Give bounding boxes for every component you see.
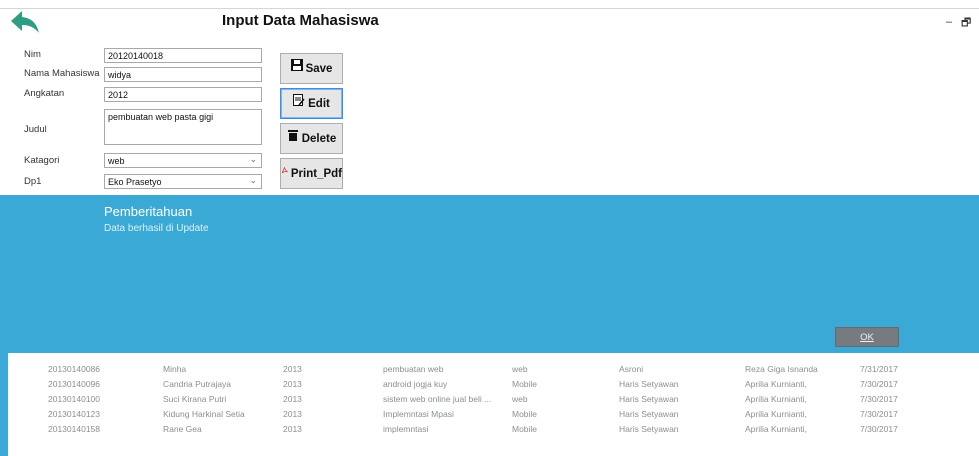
dp2-cell: Reza Giga Isnanda (745, 364, 818, 374)
judul-cell: pembuatan web (383, 364, 444, 374)
chevron-down-icon: ⌄ (249, 175, 257, 185)
restore-button[interactable]: 🗗 (961, 14, 971, 33)
floppy-disk-icon (290, 58, 303, 71)
judul-cell: Implemntasi Mpasi (383, 409, 454, 419)
nim-cell: 20130140100 (48, 394, 101, 404)
table-row[interactable]: 20130140086 Minha 2013 pembuatan web web Asro… (48, 364, 948, 377)
edit-document-icon (293, 93, 305, 106)
dp2-cell: Aprilia Kurnianti, (745, 424, 807, 434)
dp1-cell: Haris Setyawan (619, 379, 679, 389)
tanggal-cell: 7/31/2017 (860, 364, 898, 374)
dp1-label: Dp1 (24, 176, 42, 187)
tanggal-cell: 7/30/2017 (860, 394, 898, 404)
kategori-select[interactable]: web ⌄ (104, 153, 262, 168)
back-arrow-icon[interactable] (10, 10, 40, 34)
dp2-cell: Aprilia Kurnianti, (745, 379, 807, 389)
nama-label: Nama Mahasiswa (24, 68, 100, 79)
judul-cell: sistem web online jual beli ... (383, 394, 492, 404)
tanggal-cell: 7/30/2017 (860, 424, 898, 434)
nama-cell: Kidung Harkinal Setia (163, 409, 245, 419)
nama-value: widya (108, 70, 132, 80)
page-title: Input Data Mahasiswa (222, 12, 379, 29)
kategori-cell: web (512, 364, 528, 374)
judul-value: pembuatan web pasta gigi (108, 112, 214, 122)
print-pdf-button[interactable]: Print_Pdf (280, 158, 343, 189)
minimize-button[interactable]: – (946, 16, 952, 28)
nama-cell: Suci Kirana Putri (163, 394, 227, 404)
save-label: Save (305, 62, 333, 75)
angkatan-cell: 2013 (283, 364, 302, 374)
left-accent-bar (0, 353, 38, 456)
kategori-cell: web (512, 394, 528, 404)
print-pdf-label: Print_Pdf (290, 167, 342, 180)
angkatan-cell: 2013 (283, 424, 302, 434)
nim-value: 20120140018 (108, 51, 164, 61)
nama-cell: Rane Gea (163, 424, 202, 434)
dp1-cell: Haris Setyawan (619, 394, 679, 404)
dp1-select[interactable]: Eko Prasetyo ⌄ (104, 174, 262, 189)
nim-cell: 20130140096 (48, 379, 101, 389)
angkatan-cell: 2013 (283, 394, 302, 404)
circle-icon (12, 441, 18, 447)
angkatan-cell: 2013 (283, 379, 302, 389)
trash-icon (287, 129, 298, 141)
nim-cell: 20130140123 (48, 409, 101, 419)
table-row[interactable]: 20130140123 Kidung Harkinal Setia 2013 Impl… (48, 409, 948, 422)
dp1-cell: Haris Setyawan (619, 424, 679, 434)
nama-input[interactable]: widya (104, 67, 262, 82)
kategori-cell: Mobile (512, 409, 538, 419)
kategori-cell: Mobile (512, 379, 538, 389)
notification-dialog: Pemberitahuan Data berhasil di Update OK (0, 195, 979, 353)
dp2-cell: Aprilia Kurnianti, (745, 409, 807, 419)
table-row[interactable]: 20130140096 Candria Putrajaya 2013 android … (48, 379, 948, 392)
dp1-cell: Asroni (619, 364, 644, 374)
notification-title: Pemberitahuan (104, 204, 193, 219)
angkatan-label: Angkatan (24, 88, 65, 99)
table-row[interactable]: 20130140158 Rane Gea 2013 implemntasi Mobile… (48, 424, 948, 437)
delete-button[interactable]: Delete (280, 123, 343, 154)
dp1-cell: Haris Setyawan (619, 409, 679, 419)
notification-message: Data berhasil di Update (104, 223, 209, 234)
tanggal-cell: 7/30/2017 (860, 409, 898, 419)
edit-button[interactable]: Edit (280, 88, 343, 119)
table-row[interactable]: 20130140100 Suci Kirana Putri 2013 sistem w… (48, 394, 948, 407)
kategori-label: Katagori (24, 155, 60, 166)
kategori-value: web (108, 156, 125, 166)
chevron-down-icon: ⌄ (249, 154, 257, 164)
nim-label: Nim (24, 49, 41, 60)
judul-cell: android jogja kuy (383, 379, 448, 389)
dp2-cell: Aprilia Kurnianti, (745, 394, 807, 404)
dp1-value: Eko Prasetyo (108, 177, 162, 187)
nim-cell: 20130140086 (48, 364, 101, 374)
angkatan-value: 2012 (108, 90, 129, 100)
save-button[interactable]: Save (280, 53, 343, 84)
nim-input[interactable]: 20120140018 (104, 48, 262, 63)
kategori-cell: Mobile (512, 424, 538, 434)
delete-label: Delete (301, 132, 337, 145)
tanggal-cell: 7/30/2017 (860, 379, 898, 389)
nim-cell: 20130140158 (48, 424, 101, 434)
angkatan-cell: 2013 (283, 409, 302, 419)
angkatan-input[interactable]: 2012 (104, 87, 262, 102)
ok-button[interactable]: OK (835, 327, 899, 347)
judul-cell: implemntasi (383, 424, 429, 434)
judul-label: Judul (24, 124, 47, 135)
pdf-icon (281, 166, 288, 173)
nama-cell: Candria Putrajaya (163, 379, 232, 389)
nama-cell: Minha (163, 364, 187, 374)
title-bar-border (0, 8, 979, 9)
edit-label: Edit (308, 97, 330, 110)
judul-textarea[interactable]: pembuatan web pasta gigi (104, 109, 262, 145)
